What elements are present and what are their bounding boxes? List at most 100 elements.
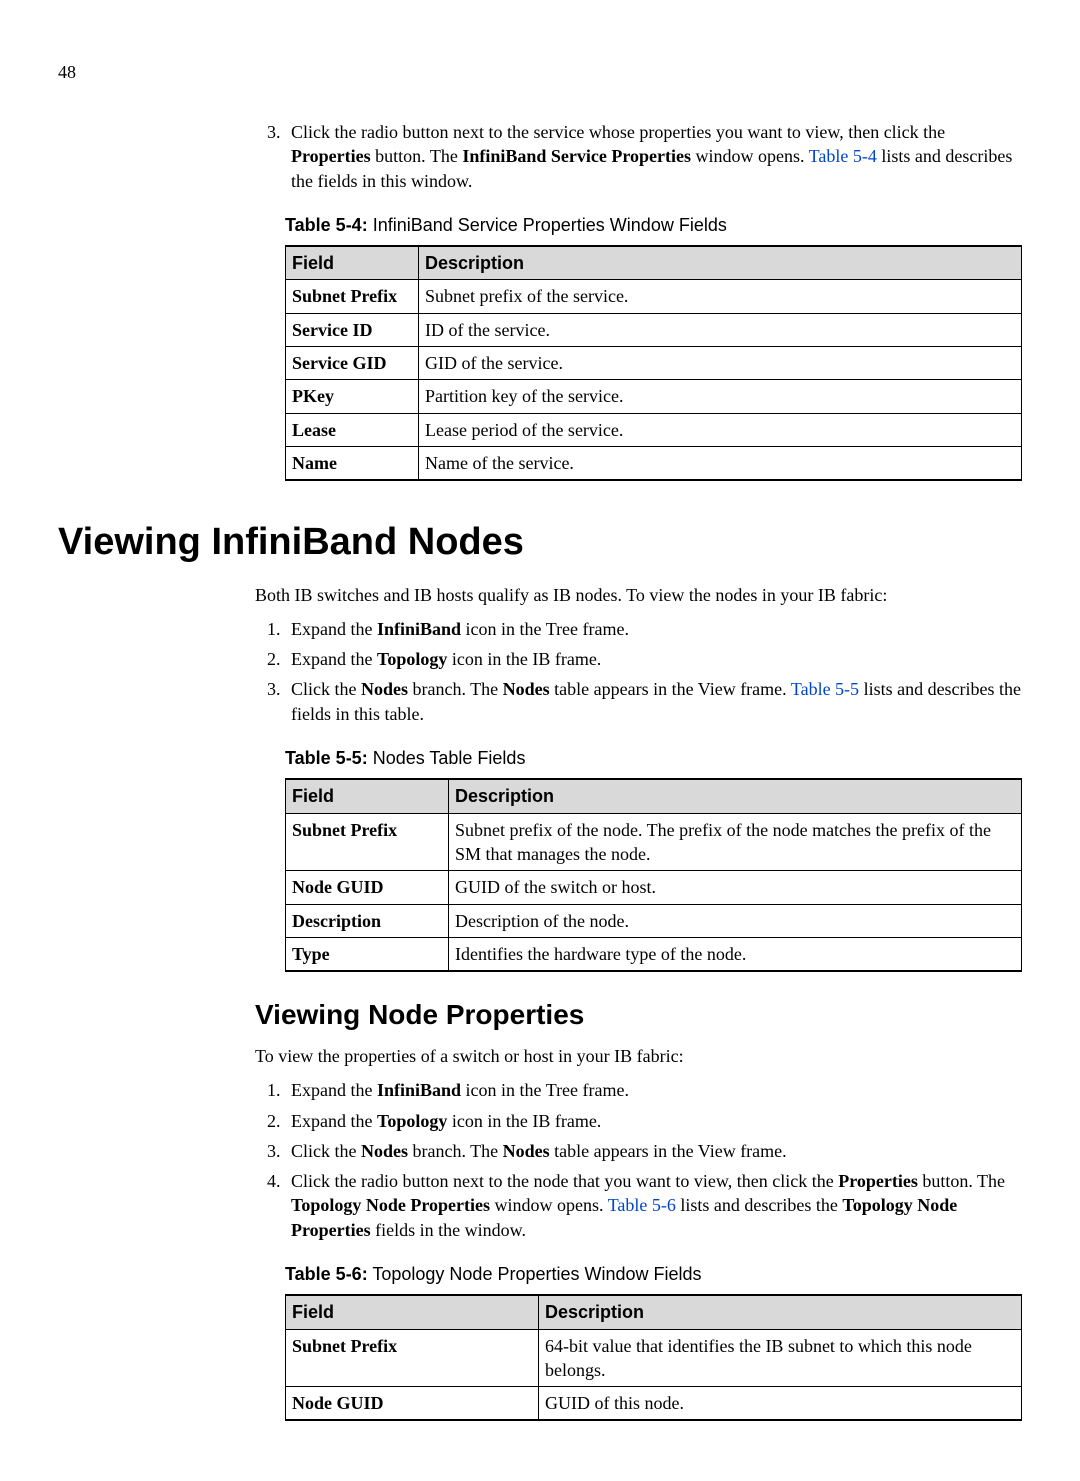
- body-text: table appears in the View frame.: [550, 679, 791, 699]
- body-text: icon in the Tree frame.: [461, 619, 629, 639]
- table-row: LeaseLease period of the service.: [286, 413, 1022, 446]
- table-nodes-fields: Field Description Subnet PrefixSubnet pr…: [285, 778, 1022, 972]
- body-text: window opens.: [691, 146, 809, 166]
- body-text: Expand the: [291, 1080, 377, 1100]
- body-text: Click the: [291, 1141, 361, 1161]
- body-text-bold: Topology Node Properties: [291, 1195, 490, 1215]
- table-row: Subnet PrefixSubnet prefix of the node. …: [286, 813, 1022, 871]
- table-cell: Node GUID: [286, 871, 449, 904]
- table-row: Node GUIDGUID of the switch or host.: [286, 871, 1022, 904]
- list-item: Click the Nodes branch. The Nodes table …: [285, 1139, 1022, 1163]
- body-text-bold: Properties: [838, 1171, 918, 1191]
- list-item: Expand the InfiniBand icon in the Tree f…: [285, 617, 1022, 641]
- table-header-cell: Description: [449, 779, 1022, 813]
- table-cell: Node GUID: [286, 1387, 539, 1421]
- body-text: lists and describes the: [676, 1195, 842, 1215]
- table-cell: 64-bit value that identifies the IB subn…: [539, 1329, 1022, 1387]
- table-cell: Subnet prefix of the service.: [419, 280, 1022, 313]
- body-text: Expand the: [291, 1111, 377, 1131]
- table-cell: Service ID: [286, 313, 419, 346]
- table-caption: Table 5-4: InfiniBand Service Properties…: [285, 213, 1022, 237]
- body-text: button. The: [371, 146, 463, 166]
- table-cell: Lease period of the service.: [419, 413, 1022, 446]
- table-header-cell: Field: [286, 779, 449, 813]
- caption-text: Topology Node Properties Window Fields: [368, 1264, 702, 1284]
- table-header-cell: Field: [286, 246, 419, 280]
- table-cell: Name of the service.: [419, 446, 1022, 480]
- body-text: icon in the IB frame.: [447, 1111, 601, 1131]
- body-text-bold: Properties: [291, 146, 371, 166]
- table-cell: Type: [286, 937, 449, 971]
- body-text-bold: Nodes: [361, 1141, 408, 1161]
- table-cell: Description of the node.: [449, 904, 1022, 937]
- table-cell: Lease: [286, 413, 419, 446]
- table-cell: GID of the service.: [419, 347, 1022, 380]
- body-text: icon in the IB frame.: [447, 649, 601, 669]
- table-row: TypeIdentifies the hardware type of the …: [286, 937, 1022, 971]
- body-text-bold: Nodes: [503, 679, 550, 699]
- table-row: Service IDID of the service.: [286, 313, 1022, 346]
- caption-text: InfiniBand Service Properties Window Fie…: [368, 215, 727, 235]
- cross-ref-link[interactable]: Table 5-5: [791, 679, 859, 699]
- list-item: Click the Nodes branch. The Nodes table …: [285, 677, 1022, 726]
- body-text: fields in the window.: [371, 1220, 526, 1240]
- table-row: Subnet Prefix64-bit value that identifie…: [286, 1329, 1022, 1387]
- table-caption: Table 5-6: Topology Node Properties Wind…: [285, 1262, 1022, 1286]
- table-cell: PKey: [286, 380, 419, 413]
- document-page: 48 Click the radio button next to the se…: [0, 0, 1080, 1481]
- section-heading: Viewing InfiniBand Nodes: [58, 517, 1022, 568]
- body-text-bold: InfiniBand Service Properties: [462, 146, 691, 166]
- table-header-row: Field Description: [286, 1295, 1022, 1329]
- body-text-bold: InfiniBand: [377, 619, 461, 639]
- table-cell: Subnet Prefix: [286, 280, 419, 313]
- table-row: NameName of the service.: [286, 446, 1022, 480]
- cross-ref-link[interactable]: Table 5-6: [608, 1195, 676, 1215]
- table-header-row: Field Description: [286, 246, 1022, 280]
- body-text: branch. The: [408, 1141, 503, 1161]
- table-row: Subnet PrefixSubnet prefix of the servic…: [286, 280, 1022, 313]
- list-item: Click the radio button next to the servi…: [285, 120, 1022, 193]
- caption-label: Table 5-5:: [285, 748, 368, 768]
- body-text: Click the radio button next to the node …: [291, 1171, 838, 1191]
- table-header-cell: Field: [286, 1295, 539, 1329]
- list-item: Expand the InfiniBand icon in the Tree f…: [285, 1078, 1022, 1102]
- list-item: Expand the Topology icon in the IB frame…: [285, 1109, 1022, 1133]
- table-header-cell: Description: [419, 246, 1022, 280]
- body-text: Click the: [291, 679, 361, 699]
- table-cell: Service GID: [286, 347, 419, 380]
- step-3-continuation: Click the radio button next to the servi…: [255, 120, 1022, 481]
- table-cell: Identifies the hardware type of the node…: [449, 937, 1022, 971]
- body-text: Both IB switches and IB hosts qualify as…: [255, 583, 1022, 607]
- body-text: window opens.: [490, 1195, 608, 1215]
- body-text: To view the properties of a switch or ho…: [255, 1044, 1022, 1068]
- table-cell: Name: [286, 446, 419, 480]
- table-row: PKeyPartition key of the service.: [286, 380, 1022, 413]
- table-cell: Description: [286, 904, 449, 937]
- list-item: Expand the Topology icon in the IB frame…: [285, 647, 1022, 671]
- body-text-bold: Nodes: [361, 679, 408, 699]
- table-row: Service GIDGID of the service.: [286, 347, 1022, 380]
- body-text: table appears in the View frame.: [550, 1141, 787, 1161]
- body-text-bold: Topology: [377, 1111, 447, 1131]
- body-text: Expand the: [291, 619, 377, 639]
- subsection-heading: Viewing Node Properties: [255, 996, 1022, 1034]
- caption-text: Nodes Table Fields: [368, 748, 526, 768]
- subsection-body: To view the properties of a switch or ho…: [255, 1044, 1022, 1422]
- table-cell: Subnet Prefix: [286, 1329, 539, 1387]
- table-topology-node-properties: Field Description Subnet Prefix64-bit va…: [285, 1294, 1022, 1421]
- table-row: Node GUIDGUID of this node.: [286, 1387, 1022, 1421]
- table-cell: Subnet prefix of the node. The prefix of…: [449, 813, 1022, 871]
- list-item: Click the radio button next to the node …: [285, 1169, 1022, 1242]
- table-cell: Subnet Prefix: [286, 813, 449, 871]
- cross-ref-link[interactable]: Table 5-4: [809, 146, 877, 166]
- page-number: 48: [58, 60, 76, 84]
- table-cell: ID of the service.: [419, 313, 1022, 346]
- body-text: button. The: [918, 1171, 1005, 1191]
- section-body: Both IB switches and IB hosts qualify as…: [255, 583, 1022, 973]
- caption-label: Table 5-4:: [285, 215, 368, 235]
- body-text-bold: InfiniBand: [377, 1080, 461, 1100]
- body-text: Expand the: [291, 649, 377, 669]
- body-text-bold: Nodes: [503, 1141, 550, 1161]
- body-text: icon in the Tree frame.: [461, 1080, 629, 1100]
- table-header-cell: Description: [539, 1295, 1022, 1329]
